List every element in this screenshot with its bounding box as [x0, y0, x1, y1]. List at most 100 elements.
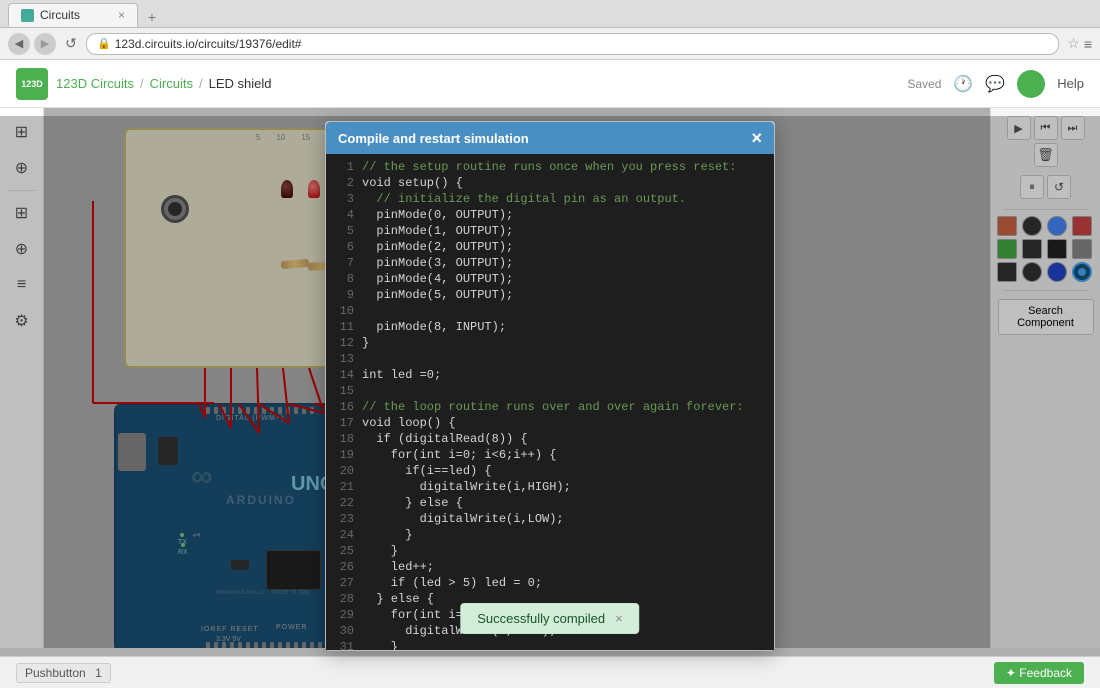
feedback-btn[interactable]: ✦ Feedback — [994, 662, 1084, 684]
nav-forward-btn[interactable]: ▶ — [34, 33, 56, 55]
line-number: 4 — [334, 208, 354, 224]
code-line: 14int led =0; — [334, 368, 766, 384]
breadcrumb-home[interactable]: 123D Circuits — [56, 76, 134, 91]
app-logo: 123D — [16, 68, 48, 100]
line-number: 5 — [334, 224, 354, 240]
toast-close-btn[interactable]: × — [615, 611, 623, 626]
line-text: } else { — [362, 496, 463, 512]
breadcrumb: 123D Circuits / Circuits / LED shield — [56, 76, 272, 91]
code-line: 13 — [334, 352, 766, 368]
line-text: digitalWrite(i,LOW); — [362, 512, 564, 528]
success-toast: Successfully compiled × — [460, 603, 639, 634]
header-clock-icon[interactable]: 🕐 — [953, 74, 973, 94]
new-tab-btn[interactable]: + — [140, 7, 164, 27]
line-text: } — [362, 336, 369, 352]
code-line: 10 — [334, 304, 766, 320]
code-line: 8 pinMode(4, OUTPUT); — [334, 272, 766, 288]
line-text: } — [362, 640, 398, 650]
code-modal: Compile and restart simulation × 1// the… — [325, 121, 775, 651]
app-header: 123D 123D Circuits / Circuits / LED shie… — [0, 60, 1100, 108]
line-text: pinMode(4, OUTPUT); — [362, 272, 513, 288]
code-line: 22 } else { — [334, 496, 766, 512]
code-line: 25 } — [334, 544, 766, 560]
code-line: 17void loop() { — [334, 416, 766, 432]
line-number: 21 — [334, 480, 354, 496]
line-text: for(int i=0; i<6;i++) { — [362, 448, 556, 464]
header-chat-icon[interactable]: 💬 — [985, 74, 1005, 94]
line-number: 6 — [334, 240, 354, 256]
browser-tab[interactable]: Circuits × — [8, 3, 138, 27]
code-editor[interactable]: 1// the setup routine runs once when you… — [326, 154, 774, 650]
line-text: if (led > 5) led = 0; — [362, 576, 542, 592]
code-line: 19 for(int i=0; i<6;i++) { — [334, 448, 766, 464]
line-number: 30 — [334, 624, 354, 640]
line-text: pinMode(3, OUTPUT); — [362, 256, 513, 272]
breadcrumb-circuits[interactable]: Circuits — [150, 76, 193, 91]
line-number: 25 — [334, 544, 354, 560]
line-number: 28 — [334, 592, 354, 608]
line-number: 11 — [334, 320, 354, 336]
nav-refresh-btn[interactable]: ↺ — [60, 33, 82, 55]
code-line: 2 void setup() { — [334, 176, 766, 192]
component-count: 1 — [95, 666, 102, 680]
tab-close-icon[interactable]: × — [118, 8, 125, 22]
line-number: 12 — [334, 336, 354, 352]
line-text: if(i==led) { — [362, 464, 492, 480]
line-number: 3 — [334, 192, 354, 208]
breadcrumb-sep1: / — [140, 76, 144, 91]
line-number: 14 — [334, 368, 354, 384]
help-link[interactable]: Help — [1057, 76, 1084, 91]
line-number: 15 — [334, 384, 354, 400]
address-bar[interactable] — [115, 37, 1049, 51]
code-line: 21 digitalWrite(i,HIGH); — [334, 480, 766, 496]
line-number: 2 — [334, 176, 354, 192]
line-text: } — [362, 528, 412, 544]
code-line: 23 digitalWrite(i,LOW); — [334, 512, 766, 528]
line-text: void setup() { — [362, 176, 463, 192]
line-text: void loop() { — [362, 416, 456, 432]
line-text: pinMode(8, INPUT); — [362, 320, 506, 336]
code-line: 1// the setup routine runs once when you… — [334, 160, 766, 176]
header-right: Saved 🕐 💬 Help — [907, 70, 1084, 98]
lock-icon: 🔒 — [97, 37, 111, 50]
line-number: 10 — [334, 304, 354, 320]
line-text: pinMode(5, OUTPUT); — [362, 288, 513, 304]
bottom-bar: Pushbutton 1 ✦ Feedback — [0, 656, 1100, 688]
line-number: 13 — [334, 352, 354, 368]
component-tag: Pushbutton 1 — [16, 663, 111, 683]
modal-header: Compile and restart simulation × — [326, 122, 774, 154]
code-line: 31 } — [334, 640, 766, 650]
modal-close-btn[interactable]: × — [751, 129, 762, 147]
code-line: 7 pinMode(3, OUTPUT); — [334, 256, 766, 272]
line-number: 23 — [334, 512, 354, 528]
line-number: 19 — [334, 448, 354, 464]
nav-back-btn[interactable]: ◀ — [8, 33, 30, 55]
breadcrumb-sep2: / — [199, 76, 203, 91]
code-line: 6 pinMode(2, OUTPUT); — [334, 240, 766, 256]
line-number: 16 — [334, 400, 354, 416]
menu-icon[interactable]: ≡ — [1084, 36, 1092, 52]
bookmark-icon[interactable]: ☆ — [1067, 35, 1080, 52]
line-number: 29 — [334, 608, 354, 624]
line-text: if (digitalRead(8)) { — [362, 432, 528, 448]
line-text: pinMode(1, OUTPUT); — [362, 224, 513, 240]
code-line: 15 — [334, 384, 766, 400]
line-number: 8 — [334, 272, 354, 288]
component-label: Pushbutton — [25, 666, 86, 680]
tab-title: Circuits — [40, 8, 112, 22]
code-line: 27 if (led > 5) led = 0; — [334, 576, 766, 592]
user-avatar[interactable] — [1017, 70, 1045, 98]
line-number: 31 — [334, 640, 354, 650]
line-text: } — [362, 544, 398, 560]
modal-overlay: Compile and restart simulation × 1// the… — [0, 116, 1100, 656]
line-text: // initialize the digital pin as an outp… — [362, 192, 686, 208]
code-line: 4 pinMode(0, OUTPUT); — [334, 208, 766, 224]
line-number: 18 — [334, 432, 354, 448]
line-number: 24 — [334, 528, 354, 544]
code-line: 3 // initialize the digital pin as an ou… — [334, 192, 766, 208]
breadcrumb-current: LED shield — [209, 76, 272, 91]
code-line: 11 pinMode(8, INPUT); — [334, 320, 766, 336]
browser-nav-bar: ◀ ▶ ↺ 🔒 ☆ ≡ — [0, 28, 1100, 60]
line-text: led++; — [362, 560, 434, 576]
modal-title: Compile and restart simulation — [338, 131, 529, 146]
